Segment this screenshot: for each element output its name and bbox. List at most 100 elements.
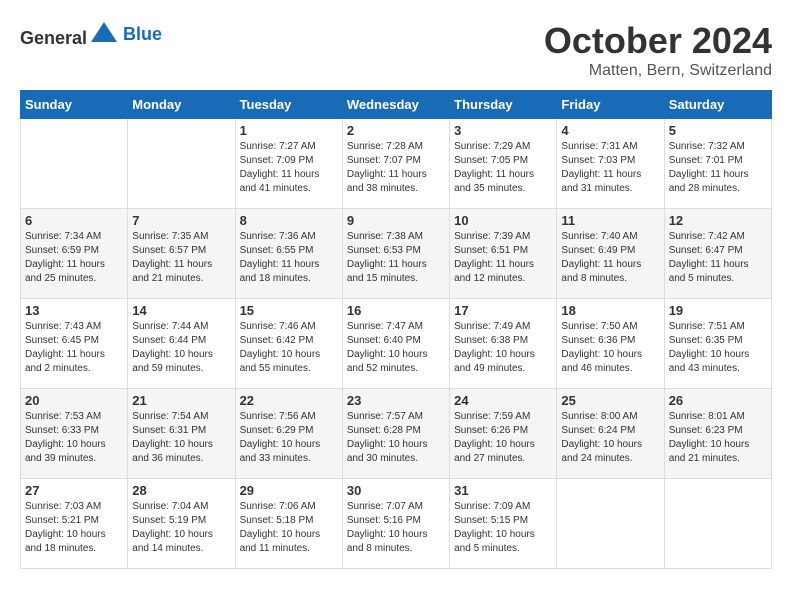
logo-icon [89, 20, 119, 44]
sunset-text: Sunset: 5:16 PM [347, 515, 421, 526]
sunset-text: Sunset: 6:38 PM [454, 335, 528, 346]
day-number: 24 [454, 393, 552, 408]
day-info: Sunrise: 8:01 AM Sunset: 6:23 PM Dayligh… [669, 410, 767, 466]
day-number: 9 [347, 213, 445, 228]
day-info: Sunrise: 7:36 AM Sunset: 6:55 PM Dayligh… [240, 230, 338, 286]
day-info: Sunrise: 7:49 AM Sunset: 6:38 PM Dayligh… [454, 320, 552, 376]
daylight-text: Daylight: 10 hours and 55 minutes. [240, 349, 321, 374]
sunrise-text: Sunrise: 7:42 AM [669, 231, 745, 242]
logo: General Blue [20, 20, 162, 49]
day-number: 25 [561, 393, 659, 408]
day-info: Sunrise: 7:27 AM Sunset: 7:09 PM Dayligh… [240, 140, 338, 196]
sunset-text: Sunset: 7:03 PM [561, 155, 635, 166]
title-area: October 2024 Matten, Bern, Switzerland [544, 20, 772, 80]
sunrise-text: Sunrise: 7:36 AM [240, 231, 316, 242]
sunrise-text: Sunrise: 7:38 AM [347, 231, 423, 242]
day-number: 19 [669, 303, 767, 318]
day-info: Sunrise: 7:54 AM Sunset: 6:31 PM Dayligh… [132, 410, 230, 466]
table-row: 26 Sunrise: 8:01 AM Sunset: 6:23 PM Dayl… [664, 389, 771, 479]
day-info: Sunrise: 7:09 AM Sunset: 5:15 PM Dayligh… [454, 500, 552, 556]
location: Matten, Bern, Switzerland [544, 62, 772, 80]
table-row: 10 Sunrise: 7:39 AM Sunset: 6:51 PM Dayl… [450, 209, 557, 299]
calendar-week-row: 1 Sunrise: 7:27 AM Sunset: 7:09 PM Dayli… [21, 119, 772, 209]
table-row: 27 Sunrise: 7:03 AM Sunset: 5:21 PM Dayl… [21, 479, 128, 569]
sunset-text: Sunset: 5:21 PM [25, 515, 99, 526]
sunrise-text: Sunrise: 7:49 AM [454, 321, 530, 332]
header-row: Sunday Monday Tuesday Wednesday Thursday… [21, 91, 772, 119]
table-row: 4 Sunrise: 7:31 AM Sunset: 7:03 PM Dayli… [557, 119, 664, 209]
table-row: 21 Sunrise: 7:54 AM Sunset: 6:31 PM Dayl… [128, 389, 235, 479]
calendar-week-row: 13 Sunrise: 7:43 AM Sunset: 6:45 PM Dayl… [21, 299, 772, 389]
sunset-text: Sunset: 6:57 PM [132, 245, 206, 256]
sunrise-text: Sunrise: 8:00 AM [561, 411, 637, 422]
day-number: 29 [240, 483, 338, 498]
table-row [664, 479, 771, 569]
sunrise-text: Sunrise: 7:28 AM [347, 141, 423, 152]
sunrise-text: Sunrise: 7:31 AM [561, 141, 637, 152]
sunrise-text: Sunrise: 7:34 AM [25, 231, 101, 242]
sunset-text: Sunset: 6:55 PM [240, 245, 314, 256]
daylight-text: Daylight: 10 hours and 5 minutes. [454, 529, 535, 554]
daylight-text: Daylight: 11 hours and 41 minutes. [240, 169, 320, 194]
table-row: 7 Sunrise: 7:35 AM Sunset: 6:57 PM Dayli… [128, 209, 235, 299]
daylight-text: Daylight: 11 hours and 12 minutes. [454, 259, 534, 284]
day-info: Sunrise: 7:38 AM Sunset: 6:53 PM Dayligh… [347, 230, 445, 286]
day-info: Sunrise: 7:40 AM Sunset: 6:49 PM Dayligh… [561, 230, 659, 286]
day-number: 26 [669, 393, 767, 408]
day-info: Sunrise: 7:43 AM Sunset: 6:45 PM Dayligh… [25, 320, 123, 376]
day-info: Sunrise: 7:57 AM Sunset: 6:28 PM Dayligh… [347, 410, 445, 466]
sunset-text: Sunset: 7:09 PM [240, 155, 314, 166]
table-row: 5 Sunrise: 7:32 AM Sunset: 7:01 PM Dayli… [664, 119, 771, 209]
sunset-text: Sunset: 6:36 PM [561, 335, 635, 346]
sunrise-text: Sunrise: 7:51 AM [669, 321, 745, 332]
day-number: 18 [561, 303, 659, 318]
day-number: 14 [132, 303, 230, 318]
day-info: Sunrise: 7:44 AM Sunset: 6:44 PM Dayligh… [132, 320, 230, 376]
daylight-text: Daylight: 11 hours and 31 minutes. [561, 169, 641, 194]
table-row: 29 Sunrise: 7:06 AM Sunset: 5:18 PM Dayl… [235, 479, 342, 569]
daylight-text: Daylight: 10 hours and 49 minutes. [454, 349, 535, 374]
sunrise-text: Sunrise: 7:44 AM [132, 321, 208, 332]
table-row: 19 Sunrise: 7:51 AM Sunset: 6:35 PM Dayl… [664, 299, 771, 389]
sunset-text: Sunset: 6:45 PM [25, 335, 99, 346]
daylight-text: Daylight: 10 hours and 14 minutes. [132, 529, 213, 554]
logo-blue-text: Blue [123, 24, 162, 45]
calendar-week-row: 27 Sunrise: 7:03 AM Sunset: 5:21 PM Dayl… [21, 479, 772, 569]
daylight-text: Daylight: 10 hours and 30 minutes. [347, 439, 428, 464]
sunset-text: Sunset: 6:33 PM [25, 425, 99, 436]
daylight-text: Daylight: 11 hours and 28 minutes. [669, 169, 749, 194]
sunset-text: Sunset: 7:01 PM [669, 155, 743, 166]
table-row: 9 Sunrise: 7:38 AM Sunset: 6:53 PM Dayli… [342, 209, 449, 299]
day-info: Sunrise: 7:47 AM Sunset: 6:40 PM Dayligh… [347, 320, 445, 376]
sunrise-text: Sunrise: 7:40 AM [561, 231, 637, 242]
sunrise-text: Sunrise: 7:07 AM [347, 501, 423, 512]
day-number: 21 [132, 393, 230, 408]
sunrise-text: Sunrise: 8:01 AM [669, 411, 745, 422]
day-number: 16 [347, 303, 445, 318]
sunrise-text: Sunrise: 7:53 AM [25, 411, 101, 422]
header-tuesday: Tuesday [235, 91, 342, 119]
day-info: Sunrise: 8:00 AM Sunset: 6:24 PM Dayligh… [561, 410, 659, 466]
day-number: 13 [25, 303, 123, 318]
day-number: 11 [561, 213, 659, 228]
day-info: Sunrise: 7:42 AM Sunset: 6:47 PM Dayligh… [669, 230, 767, 286]
table-row: 23 Sunrise: 7:57 AM Sunset: 6:28 PM Dayl… [342, 389, 449, 479]
sunrise-text: Sunrise: 7:27 AM [240, 141, 316, 152]
table-row: 3 Sunrise: 7:29 AM Sunset: 7:05 PM Dayli… [450, 119, 557, 209]
sunrise-text: Sunrise: 7:03 AM [25, 501, 101, 512]
sunset-text: Sunset: 6:29 PM [240, 425, 314, 436]
daylight-text: Daylight: 10 hours and 46 minutes. [561, 349, 642, 374]
sunset-text: Sunset: 6:44 PM [132, 335, 206, 346]
table-row: 15 Sunrise: 7:46 AM Sunset: 6:42 PM Dayl… [235, 299, 342, 389]
table-row: 17 Sunrise: 7:49 AM Sunset: 6:38 PM Dayl… [450, 299, 557, 389]
sunrise-text: Sunrise: 7:39 AM [454, 231, 530, 242]
day-info: Sunrise: 7:07 AM Sunset: 5:16 PM Dayligh… [347, 500, 445, 556]
calendar-week-row: 20 Sunrise: 7:53 AM Sunset: 6:33 PM Dayl… [21, 389, 772, 479]
sunrise-text: Sunrise: 7:54 AM [132, 411, 208, 422]
day-info: Sunrise: 7:50 AM Sunset: 6:36 PM Dayligh… [561, 320, 659, 376]
calendar-table: Sunday Monday Tuesday Wednesday Thursday… [20, 90, 772, 569]
day-number: 3 [454, 123, 552, 138]
day-info: Sunrise: 7:39 AM Sunset: 6:51 PM Dayligh… [454, 230, 552, 286]
header-monday: Monday [128, 91, 235, 119]
day-number: 10 [454, 213, 552, 228]
